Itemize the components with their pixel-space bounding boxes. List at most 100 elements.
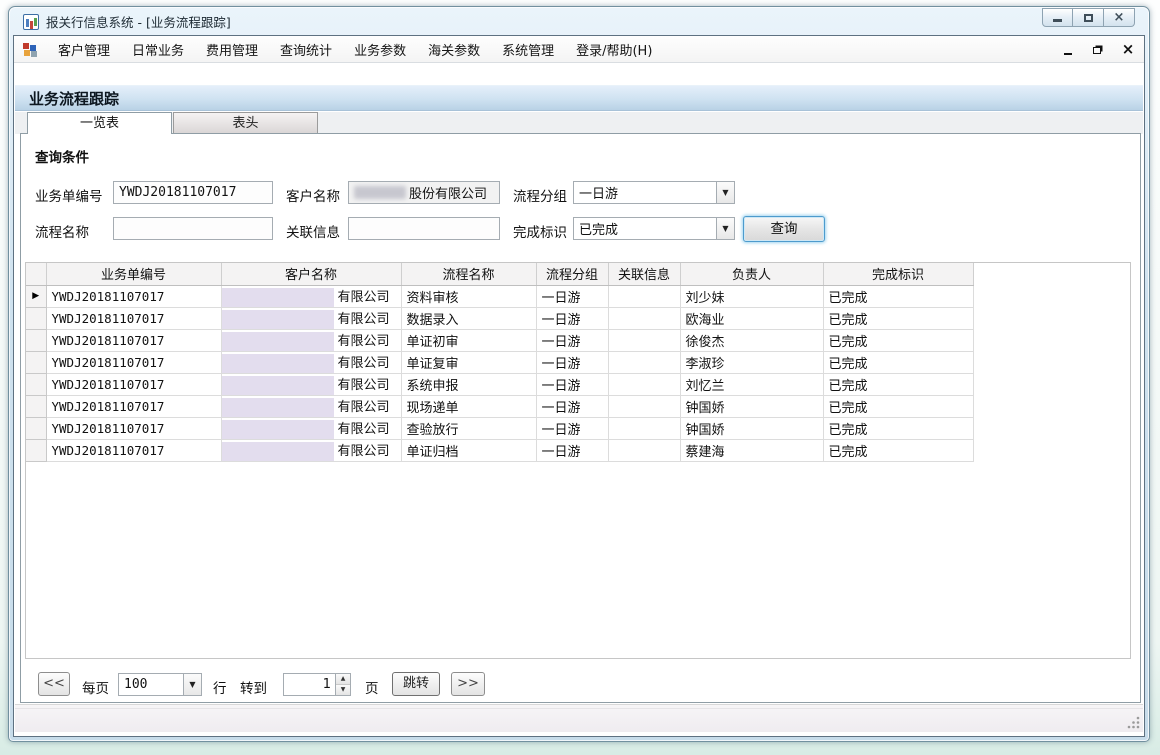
cell-customer[interactable]: 有限公司 <box>221 439 401 461</box>
chevron-down-icon[interactable]: ▼ <box>716 218 734 239</box>
menu-item-system[interactable]: 系统管理 <box>491 36 565 63</box>
last-page-button[interactable]: >> <box>451 672 485 696</box>
cell-customer[interactable]: 有限公司 <box>221 285 401 307</box>
cell-process[interactable]: 系统申报 <box>401 373 536 395</box>
cell-group[interactable]: 一日游 <box>536 395 608 417</box>
col-order-no[interactable]: 业务单编号 <box>46 263 221 285</box>
cell-process[interactable]: 单证复审 <box>401 351 536 373</box>
spinner-down-icon[interactable]: ▼ <box>336 685 350 695</box>
cell-status[interactable]: 已完成 <box>823 307 973 329</box>
cell-status[interactable]: 已完成 <box>823 417 973 439</box>
table-row[interactable]: YWDJ20181107017有限公司数据录入一日游 欧海业已完成 <box>26 307 973 329</box>
col-related[interactable]: 关联信息 <box>608 263 680 285</box>
status-combobox[interactable]: 已完成 ▼ <box>573 217 735 240</box>
page-number-stepper[interactable]: ▲▼ <box>335 674 350 695</box>
table-row[interactable]: ▶YWDJ20181107017有限公司资料审核一日游 刘少妹已完成 <box>26 285 973 307</box>
cell-owner[interactable]: 钟国娇 <box>680 417 823 439</box>
page-number-input[interactable]: 1 ▲▼ <box>283 673 351 696</box>
mdi-close-button[interactable]: × <box>1120 42 1136 57</box>
cell-group[interactable]: 一日游 <box>536 307 608 329</box>
cell-group[interactable]: 一日游 <box>536 351 608 373</box>
table-row[interactable]: YWDJ20181107017有限公司单证初审一日游徐俊杰已完成 <box>26 329 973 351</box>
cell-process[interactable]: 现场递单 <box>401 395 536 417</box>
cell-related[interactable] <box>608 417 680 439</box>
cell-group[interactable]: 一日游 <box>536 439 608 461</box>
cell-group[interactable]: 一日游 <box>536 285 608 307</box>
table-row[interactable]: YWDJ20181107017有限公司现场递单一日游钟国娇已完成 <box>26 395 973 417</box>
menu-item-query-stats[interactable]: 查询统计 <box>269 36 343 63</box>
cell-owner[interactable]: 李淑珍 <box>680 351 823 373</box>
group-combobox[interactable]: 一日游 ▼ <box>573 181 735 204</box>
cell-owner[interactable]: 欧海业 <box>680 307 823 329</box>
titlebar[interactable]: 报关行信息系统 - [业务流程跟踪] × <box>9 7 1149 36</box>
cell-status[interactable]: 已完成 <box>823 285 973 307</box>
tab-overview[interactable]: 一览表 <box>27 112 172 134</box>
cell-related[interactable] <box>608 329 680 351</box>
customer-input[interactable]: 股份有限公司 <box>348 181 500 204</box>
col-customer[interactable]: 客户名称 <box>221 263 401 285</box>
cell-customer[interactable]: 有限公司 <box>221 307 401 329</box>
cell-order-no[interactable]: YWDJ20181107017 <box>46 351 221 373</box>
mdi-restore-button[interactable] <box>1090 42 1106 57</box>
first-page-button[interactable]: << <box>38 672 70 696</box>
spinner-up-icon[interactable]: ▲ <box>336 674 350 685</box>
menu-item-login-help[interactable]: 登录/帮助(H) <box>565 36 663 63</box>
per-page-combobox[interactable]: 100 ▼ <box>118 673 202 696</box>
jump-button[interactable]: 跳转 <box>392 672 440 696</box>
cell-customer[interactable]: 有限公司 <box>221 373 401 395</box>
cell-order-no[interactable]: YWDJ20181107017 <box>46 285 221 307</box>
cell-order-no[interactable]: YWDJ20181107017 <box>46 329 221 351</box>
window-minimize-button[interactable] <box>1042 8 1073 27</box>
cell-order-no[interactable]: YWDJ20181107017 <box>46 417 221 439</box>
row-selector-cell[interactable] <box>26 307 46 329</box>
cell-owner[interactable]: 刘少妹 <box>680 285 823 307</box>
row-selector-cell[interactable] <box>26 351 46 373</box>
cell-related[interactable] <box>608 395 680 417</box>
cell-status[interactable]: 已完成 <box>823 373 973 395</box>
cell-status[interactable]: 已完成 <box>823 395 973 417</box>
menu-item-daily[interactable]: 日常业务 <box>121 36 195 63</box>
chevron-down-icon[interactable]: ▼ <box>716 182 734 203</box>
cell-related[interactable] <box>608 351 680 373</box>
cell-owner[interactable]: 徐俊杰 <box>680 329 823 351</box>
cell-owner[interactable]: 刘忆兰 <box>680 373 823 395</box>
table-row[interactable]: YWDJ20181107017有限公司系统申报一日游刘忆兰已完成 <box>26 373 973 395</box>
cell-owner[interactable]: 蔡建海 <box>680 439 823 461</box>
row-selector-cell[interactable] <box>26 417 46 439</box>
cell-status[interactable]: 已完成 <box>823 439 973 461</box>
menu-item-fees[interactable]: 费用管理 <box>195 36 269 63</box>
cell-process[interactable]: 查验放行 <box>401 417 536 439</box>
row-selector-cell[interactable] <box>26 395 46 417</box>
col-process[interactable]: 流程名称 <box>401 263 536 285</box>
cell-process[interactable]: 数据录入 <box>401 307 536 329</box>
cell-owner[interactable]: 钟国娇 <box>680 395 823 417</box>
search-button[interactable]: 查询 <box>743 216 825 242</box>
chevron-down-icon[interactable]: ▼ <box>183 674 201 695</box>
cell-related[interactable] <box>608 439 680 461</box>
table-row[interactable]: YWDJ20181107017有限公司单证归档一日游蔡建海已完成 <box>26 439 973 461</box>
row-selector-cell[interactable] <box>26 329 46 351</box>
cell-related[interactable] <box>608 307 680 329</box>
col-status[interactable]: 完成标识 <box>823 263 973 285</box>
cell-customer[interactable]: 有限公司 <box>221 351 401 373</box>
window-close-button[interactable]: × <box>1104 8 1135 27</box>
menu-item-customer[interactable]: 客户管理 <box>47 36 121 63</box>
cell-process[interactable]: 资料审核 <box>401 285 536 307</box>
related-input[interactable] <box>348 217 500 240</box>
cell-related[interactable] <box>608 285 680 307</box>
order-no-input[interactable]: YWDJ20181107017 <box>113 181 273 204</box>
cell-related[interactable] <box>608 373 680 395</box>
menu-item-business-params[interactable]: 业务参数 <box>343 36 417 63</box>
cell-status[interactable]: 已完成 <box>823 351 973 373</box>
table-row[interactable]: YWDJ20181107017有限公司单证复审一日游 李淑珍已完成 <box>26 351 973 373</box>
cell-group[interactable]: 一日游 <box>536 329 608 351</box>
col-owner[interactable]: 负责人 <box>680 263 823 285</box>
process-input[interactable] <box>113 217 273 240</box>
cell-status[interactable]: 已完成 <box>823 329 973 351</box>
col-group[interactable]: 流程分组 <box>536 263 608 285</box>
cell-order-no[interactable]: YWDJ20181107017 <box>46 439 221 461</box>
cell-order-no[interactable]: YWDJ20181107017 <box>46 307 221 329</box>
cell-customer[interactable]: 有限公司 <box>221 329 401 351</box>
row-selector-cell[interactable]: ▶ <box>26 285 46 307</box>
cell-order-no[interactable]: YWDJ20181107017 <box>46 373 221 395</box>
